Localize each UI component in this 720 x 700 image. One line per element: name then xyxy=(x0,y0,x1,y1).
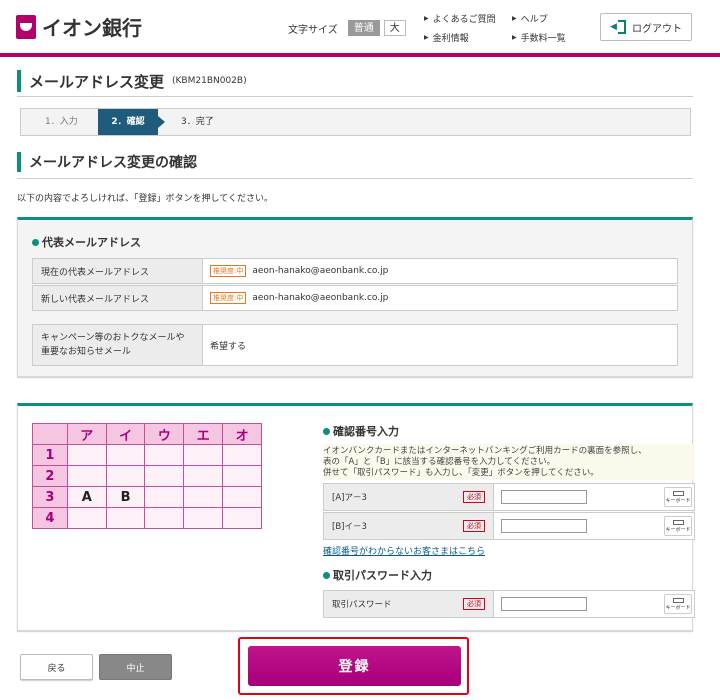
password-label: 取引パスワード xyxy=(332,600,392,610)
grid-col-u: ウ xyxy=(144,423,185,445)
step-complete: 3．完了 xyxy=(181,117,214,127)
keyboard-icon xyxy=(672,597,684,603)
progress-steps: 1．入力 2．確認 3．完了 xyxy=(20,108,691,136)
title-divider xyxy=(17,96,693,97)
campaign-mail-label: キャンペーン等のおトクなメールや 重要なお知らせメール xyxy=(33,325,203,365)
logo-text: イオン銀行 xyxy=(42,16,142,40)
grid-row-1: 1 xyxy=(32,444,68,466)
confirmation-code-card: ア イ ウ エ オ 1 2 3 A B 4 xyxy=(32,423,262,529)
keyboard-icon xyxy=(672,490,684,496)
software-keyboard-button[interactable]: キーボード xyxy=(664,487,692,507)
required-badge: 必須 xyxy=(463,520,485,532)
logout-icon: ◀ xyxy=(610,20,626,34)
password-row: 取引パスワード 必須 キーボード xyxy=(323,590,695,618)
bullet-icon xyxy=(323,427,330,435)
font-size-switcher: 文字サイズ 普通 大 xyxy=(288,20,406,36)
faq-link[interactable]: ▶ よくあるご質問 xyxy=(424,12,512,25)
grid-col-e: エ xyxy=(183,423,224,445)
recommendation-badge: 推奨度:中 xyxy=(210,292,247,304)
stop-button[interactable]: 中止 xyxy=(99,654,172,680)
aeon-logo-icon xyxy=(16,14,36,39)
header: イオン銀行 文字サイズ 普通 大 ▶ よくあるご質問 ▶ ヘルプ ▶ 金利情報 ▶ 手数… xyxy=(0,0,720,54)
step-input: 1．入力 xyxy=(45,117,78,127)
grid-col-i: イ xyxy=(105,423,146,445)
section-divider xyxy=(17,178,693,179)
new-email-value: aeon-hanako@aeonbank.co.jp xyxy=(252,293,389,303)
step-arrow xyxy=(158,116,165,128)
back-button[interactable]: 戻る xyxy=(20,654,93,680)
keyboard-icon xyxy=(672,519,684,525)
code-a-row: [A]ア－3 必須 キーボード xyxy=(323,483,695,511)
grid-row-3: 3 xyxy=(32,486,68,508)
new-email-label: 新しい代表メールアドレス xyxy=(33,286,203,310)
current-email-row: 現在の代表メールアドレス 推奨度:中 aeon-hanako@aeonbank.… xyxy=(32,258,678,284)
font-size-large-button[interactable]: 大 xyxy=(383,20,406,36)
required-badge: 必須 xyxy=(463,598,485,610)
software-keyboard-button[interactable]: キーボード xyxy=(664,516,692,536)
header-links: ▶ よくあるご質問 ▶ ヘルプ ▶ 金利情報 ▶ 手数料一覧 xyxy=(424,12,592,44)
campaign-mail-value: 希望する xyxy=(210,341,247,352)
software-keyboard-button[interactable]: キーボード xyxy=(664,594,692,614)
campaign-mail-row: キャンペーン等のおトクなメールや 重要なお知らせメール 希望する xyxy=(32,324,678,366)
required-badge: 必須 xyxy=(463,491,485,503)
page-title-text: メールアドレス変更 xyxy=(29,72,165,91)
page-title: メールアドレス変更 (KBM21BN002B) xyxy=(17,70,247,92)
recommendation-badge: 推奨度:中 xyxy=(210,265,247,277)
code-b-input[interactable] xyxy=(501,519,587,533)
security-panel: ア イ ウ エ オ 1 2 3 A B 4 確認番号入力 イオンバンクカードまた xyxy=(17,403,695,631)
aeon-bank-logo[interactable]: イオン銀行 xyxy=(16,12,142,41)
fees-link[interactable]: ▶ 手数料一覧 xyxy=(512,31,592,44)
email-panel: 代表メールアドレス 現在の代表メールアドレス 推奨度:中 aeon-hanako… xyxy=(17,217,693,377)
new-email-row: 新しい代表メールアドレス 推奨度:中 aeon-hanako@aeonbank.… xyxy=(32,285,678,311)
code-b-row: [B]イ－3 必須 キーボード xyxy=(323,512,695,540)
instruction-text: 以下の内容でよろしければ、「登録」ボタンを押してください。 xyxy=(17,194,273,204)
header-bar xyxy=(0,53,720,57)
password-input[interactable] xyxy=(501,597,587,611)
triangle-right-icon: ▶ xyxy=(512,15,517,22)
section-title: メールアドレス変更の確認 xyxy=(17,152,197,172)
font-size-label: 文字サイズ xyxy=(288,24,338,36)
interest-link[interactable]: ▶ 金利情報 xyxy=(424,31,512,44)
grid-col-a: ア xyxy=(66,423,107,445)
register-button[interactable]: 登録 xyxy=(248,646,461,686)
font-size-normal-button[interactable]: 普通 xyxy=(347,20,380,36)
section-title-text: メールアドレス変更の確認 xyxy=(29,155,197,171)
triangle-right-icon: ▶ xyxy=(424,15,429,22)
bullet-icon xyxy=(323,571,330,579)
grid-row-2: 2 xyxy=(32,465,68,487)
confirm-code-heading: 確認番号入力 xyxy=(323,423,399,439)
current-email-value: aeon-hanako@aeonbank.co.jp xyxy=(252,266,389,276)
grid-row-4: 4 xyxy=(32,507,68,529)
code-b-label: [B]イ－3 xyxy=(332,522,367,532)
code-a-label: [A]ア－3 xyxy=(332,493,367,503)
bullet-icon xyxy=(32,238,39,246)
email-section-heading: 代表メールアドレス xyxy=(32,234,141,250)
page-code: (KBM21BN002B) xyxy=(172,76,247,86)
forgot-code-link[interactable]: 確認番号がわからないお客さまはこちら xyxy=(323,544,485,557)
help-link[interactable]: ▶ ヘルプ xyxy=(512,12,592,25)
current-email-label: 現在の代表メールアドレス xyxy=(33,259,203,283)
triangle-right-icon: ▶ xyxy=(424,34,429,41)
step-confirm-active: 2．確認 xyxy=(98,109,158,135)
grid-cell-a: A xyxy=(66,486,107,508)
confirm-code-description: イオンバンクカードまたはインターネットバンキングご利用カードの裏面を参照し、 表… xyxy=(323,444,695,480)
logout-button[interactable]: ◀ ログアウト xyxy=(600,13,692,41)
triangle-right-icon: ▶ xyxy=(512,34,517,41)
grid-cell-b: B xyxy=(105,486,146,508)
code-a-input[interactable] xyxy=(501,490,587,504)
password-heading: 取引パスワード入力 xyxy=(323,567,432,583)
grid-col-o: オ xyxy=(222,423,262,445)
logout-label: ログアウト xyxy=(632,23,682,35)
